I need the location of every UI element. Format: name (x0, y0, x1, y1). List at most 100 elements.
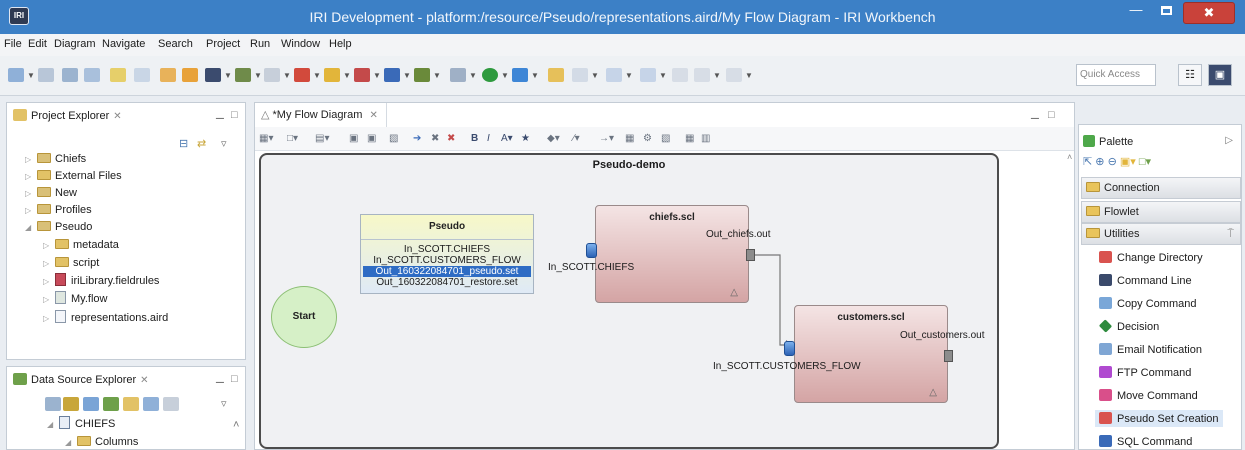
view-menu-icon[interactable]: ▿ (221, 397, 227, 410)
maximize-icon[interactable]: □ (1048, 109, 1055, 121)
job-icon[interactable] (294, 68, 310, 82)
tree-item[interactable]: ◢ Pseudo (25, 219, 92, 236)
minimize-icon[interactable]: ⚊ (1030, 109, 1040, 122)
prev-annotation-icon[interactable] (640, 68, 656, 82)
minimize-icon[interactable]: ⚊ (215, 373, 225, 386)
link-icon[interactable] (63, 397, 79, 411)
forward-icon[interactable] (726, 68, 742, 82)
scroll-up-icon[interactable]: ˄ (1067, 152, 1072, 162)
palette-item-command-line[interactable]: Command Line (1099, 274, 1192, 287)
menu-help[interactable]: Help (329, 38, 352, 50)
properties-icon[interactable]: ⚙ (643, 133, 652, 146)
menu-edit[interactable]: Edit (28, 38, 47, 50)
scroll-up-icon[interactable]: ˄ (233, 419, 239, 431)
export-image-icon[interactable]: ▧ (389, 133, 398, 146)
line-style-icon[interactable]: ∕▾ (573, 133, 580, 146)
close-icon[interactable]: ✕ (369, 110, 377, 121)
editor-tab[interactable]: △ *My Flow Diagram ✕ (255, 103, 387, 127)
input-port-icon[interactable] (586, 243, 597, 258)
zoom-in-icon[interactable]: ⊕ (1095, 156, 1104, 168)
palette-item-ftp-command[interactable]: FTP Command (1099, 366, 1191, 379)
snap-grid-icon[interactable]: ▦ (685, 133, 694, 146)
maximize-button[interactable] (1152, 0, 1180, 22)
perspective-icon[interactable]: ▣ (1208, 64, 1232, 86)
collapse-icon[interactable] (45, 397, 61, 411)
close-icon[interactable]: ✕ (140, 375, 148, 386)
pseudo-input[interactable]: In_SCOTT.CHIEFS (361, 244, 533, 255)
minimize-icon[interactable]: ⚊ (215, 109, 225, 122)
menu-project[interactable]: Project (206, 38, 240, 50)
filter-icon[interactable]: ▣ (349, 133, 358, 146)
output-port-icon[interactable] (944, 350, 953, 362)
refresh-icon[interactable] (110, 68, 126, 82)
palette-item-pseudo-set-creation[interactable]: Pseudo Set Creation (1095, 410, 1223, 427)
wizard-icon[interactable] (235, 68, 251, 82)
quick-access-input[interactable]: Quick Access (1076, 64, 1156, 86)
drawer-flowlet[interactable]: Flowlet (1081, 201, 1241, 223)
palette-item-sql-command[interactable]: SQL Command (1099, 435, 1192, 448)
zoom-icon[interactable]: ▧ (661, 133, 670, 146)
palette-item-decision[interactable]: Decision (1098, 319, 1159, 333)
layout-icon[interactable]: □▾ (287, 133, 298, 146)
start-node[interactable]: Start (271, 286, 337, 348)
fill-color-icon[interactable]: ★ (521, 133, 530, 146)
layers-icon[interactable]: ▣ (367, 133, 376, 146)
new-connection-icon[interactable] (103, 397, 119, 411)
minimize-button[interactable]: — (1122, 0, 1150, 22)
arrow-style-icon[interactable]: →▾ (599, 133, 614, 146)
tool-icon[interactable] (264, 68, 280, 82)
save-all-icon[interactable] (84, 68, 100, 82)
tree-item[interactable]: ◢ CHIEFS (47, 416, 115, 433)
menu-window[interactable]: Window (281, 38, 320, 50)
pseudo-output[interactable]: Out_160322084701_restore.set (361, 277, 533, 288)
bold-icon[interactable]: B (471, 133, 478, 146)
project-explorer-tab[interactable]: Project Explorer ✕ (7, 103, 128, 129)
export-icon[interactable] (182, 68, 198, 82)
flow-icon[interactable] (414, 68, 430, 82)
input-port-icon[interactable] (784, 341, 795, 356)
chiefs-node[interactable]: chiefs.scl △ (595, 205, 749, 303)
tree-item[interactable]: ▷ Chiefs (25, 151, 86, 168)
collapse-palette-icon[interactable]: ▷ (1225, 135, 1233, 146)
export-icon[interactable] (123, 397, 139, 411)
maximize-icon[interactable]: □ (231, 373, 238, 385)
tree-item[interactable]: ▷ External Files (25, 168, 122, 185)
close-icon[interactable]: ✕ (113, 111, 121, 122)
collapse-all-icon[interactable]: ⊟ (179, 137, 188, 150)
font-icon[interactable]: ▦ (625, 133, 634, 146)
align-icon[interactable]: ▤▾ (315, 133, 329, 146)
select-icon[interactable]: ⇱ (1083, 156, 1092, 168)
pin-icon[interactable]: ⍑ (1227, 228, 1234, 241)
connect-icon[interactable] (83, 397, 99, 411)
customers-node[interactable]: customers.scl △ (794, 305, 948, 403)
output-port-icon[interactable] (746, 249, 755, 261)
next-annotation-icon[interactable] (606, 68, 622, 82)
tree-item[interactable]: ▷ New (25, 185, 77, 202)
palette-item-change-directory[interactable]: Change Directory (1099, 251, 1203, 264)
palette-item-copy-command[interactable]: Copy Command (1099, 297, 1196, 310)
view-menu-icon[interactable]: ▿ (221, 137, 227, 150)
data-source-explorer-tab[interactable]: Data Source Explorer ✕ (7, 367, 155, 393)
save-icon[interactable] (62, 68, 78, 82)
tree-item[interactable]: ▷ metadata (43, 237, 119, 254)
note-icon[interactable]: ▣▾ (1120, 156, 1136, 168)
maximize-icon[interactable]: □ (231, 109, 238, 121)
folder-icon[interactable] (548, 68, 564, 82)
rulers-icon[interactable]: ▥ (701, 133, 710, 146)
pseudo-node[interactable]: Pseudo In_SCOTT.CHIEFS In_SCOTT.CUSTOMER… (360, 214, 534, 294)
pseudo-output[interactable]: Out_160322084701_pseudo.set (363, 266, 531, 277)
close-button[interactable]: ✖ (1183, 2, 1235, 24)
annotation-icon[interactable] (572, 68, 588, 82)
undo-icon[interactable] (134, 68, 150, 82)
open-icon[interactable] (38, 68, 54, 82)
tree-item[interactable]: ◢ Columns (65, 434, 138, 450)
menu-file[interactable]: File (4, 38, 22, 50)
console-icon[interactable] (205, 68, 221, 82)
open-perspective-icon[interactable]: ☷ (1178, 64, 1202, 86)
import-icon[interactable] (143, 397, 159, 411)
database-icon[interactable] (354, 68, 370, 82)
drawer-connection[interactable]: Connection (1081, 177, 1241, 199)
arrange-icon[interactable]: ▦▾ (259, 133, 273, 146)
import-icon[interactable] (160, 68, 176, 82)
new-icon[interactable] (8, 68, 24, 82)
